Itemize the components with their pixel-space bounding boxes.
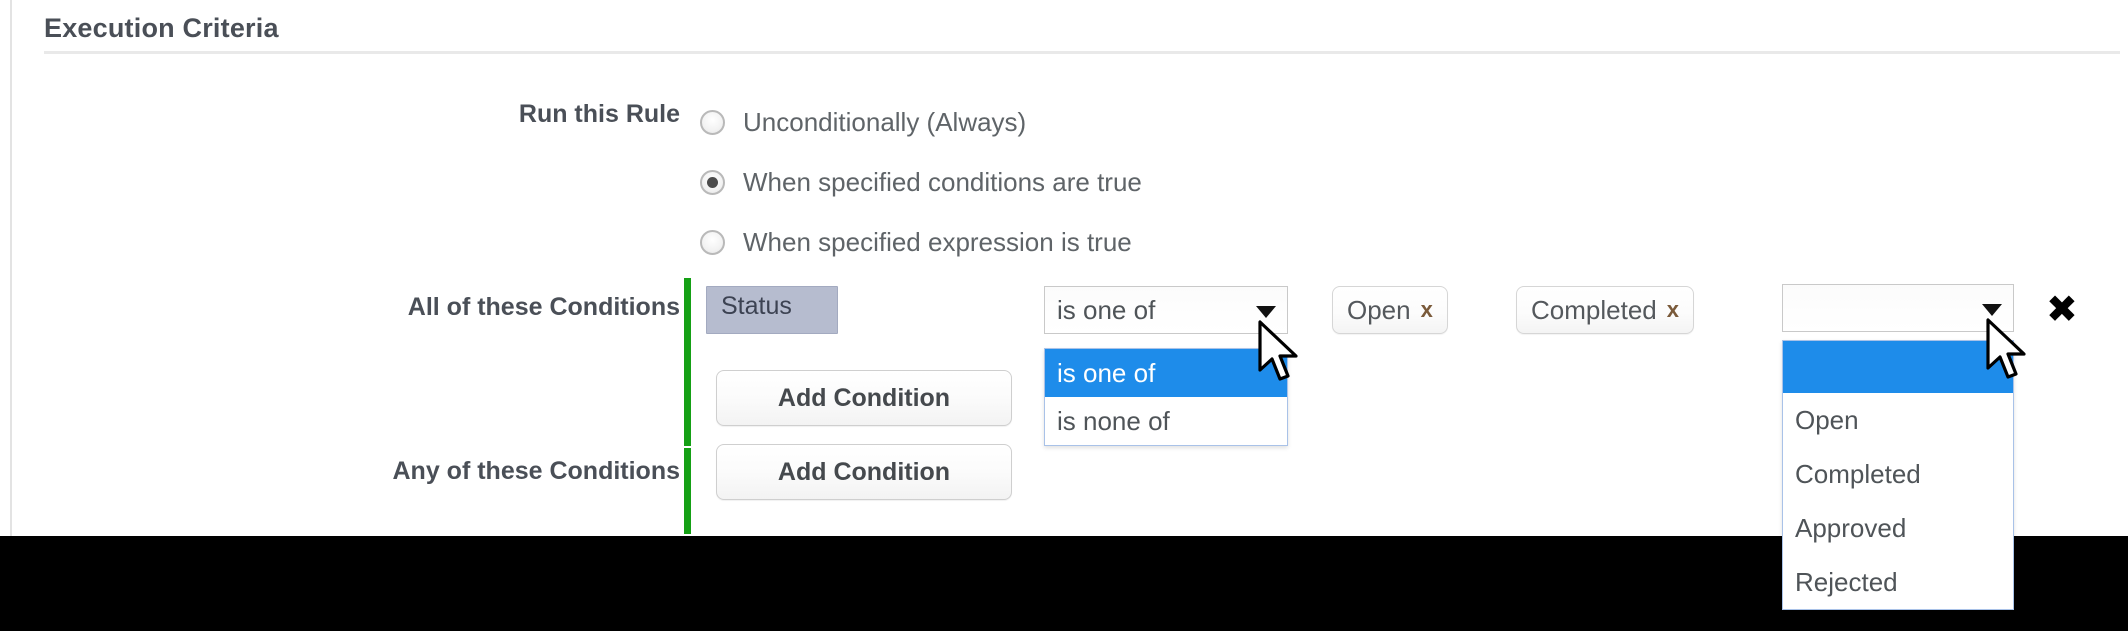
chevron-down-icon[interactable]: [1256, 306, 1276, 318]
value-chip-completed-remove-icon[interactable]: x: [1667, 299, 1679, 321]
value-chip-completed[interactable]: Completed x: [1516, 286, 1694, 334]
condition-field-status[interactable]: Status: [706, 286, 838, 334]
radio-conditions-true-label: When specified conditions are true: [743, 166, 1142, 197]
value-option-approved[interactable]: Approved: [1783, 501, 2013, 555]
execution-criteria-panel: Execution Criteria Run this Rule Uncondi…: [0, 0, 2128, 610]
value-chip-open[interactable]: Open x: [1332, 286, 1448, 334]
value-option-rejected[interactable]: Rejected: [1783, 555, 2013, 609]
value-chip-open-remove-icon[interactable]: x: [1421, 299, 1433, 321]
value-chip-open-label: Open: [1347, 294, 1411, 325]
radio-option-expression-true[interactable]: When specified expression is true: [700, 220, 1132, 264]
condition-operator-dropdown[interactable]: is one of is none of: [1044, 348, 1288, 446]
value-chip-completed-label: Completed: [1531, 294, 1657, 325]
delete-condition-button[interactable]: ✖: [2046, 290, 2078, 328]
panel-left-rail: [0, 0, 12, 536]
operator-option-is-none-of[interactable]: is none of: [1045, 397, 1287, 445]
operator-option-is-one-of[interactable]: is one of: [1045, 349, 1287, 397]
radio-expression-true-icon[interactable]: [700, 229, 725, 255]
radio-expression-true-label: When specified expression is true: [743, 226, 1132, 257]
condition-value-dropdown[interactable]: Open Completed Approved Rejected: [1782, 340, 2014, 610]
condition-operator-select[interactable]: is one of: [1044, 286, 1288, 334]
condition-operator-value: is one of: [1057, 294, 1156, 325]
value-option-open[interactable]: Open: [1783, 393, 2013, 447]
add-condition-button-any[interactable]: Add Condition: [716, 444, 1012, 500]
add-condition-button-all[interactable]: Add Condition: [716, 370, 1012, 426]
radio-conditions-true-icon[interactable]: [700, 169, 725, 195]
section-header: Execution Criteria: [44, 8, 2120, 54]
radio-unconditionally-icon[interactable]: [700, 109, 725, 135]
all-conditions-group-rail: [684, 278, 691, 446]
any-conditions-group-rail: [684, 448, 691, 534]
page-title: Execution Criteria: [44, 13, 279, 43]
any-conditions-label: Any of these Conditions: [392, 457, 681, 485]
condition-value-select[interactable]: [1782, 284, 2014, 332]
radio-option-unconditionally[interactable]: Unconditionally (Always): [700, 100, 1026, 144]
radio-unconditionally-label: Unconditionally (Always): [743, 106, 1027, 137]
run-this-rule-label: Run this Rule: [518, 100, 680, 128]
value-option-blank[interactable]: [1783, 341, 2013, 393]
chevron-down-icon[interactable]: [1982, 304, 2002, 316]
value-option-completed[interactable]: Completed: [1783, 447, 2013, 501]
radio-option-conditions-true[interactable]: When specified conditions are true: [700, 160, 1142, 204]
all-conditions-label: All of these Conditions: [407, 293, 680, 321]
